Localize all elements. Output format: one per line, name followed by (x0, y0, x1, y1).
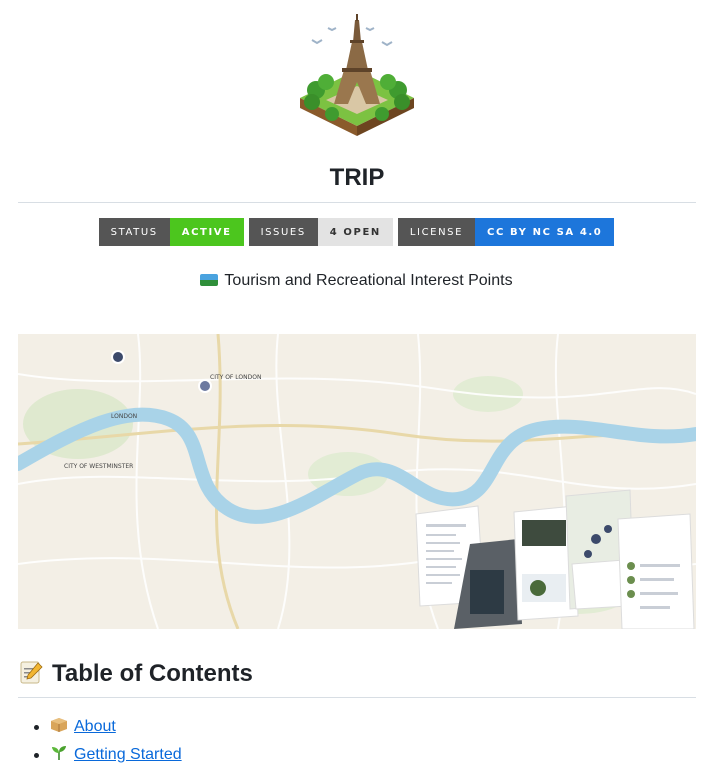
divider (18, 697, 696, 698)
eiffel-tower-logo (299, 14, 414, 136)
list-item: About (34, 713, 182, 741)
status-badge-label: STATUS (98, 218, 170, 246)
license-badge-value: CC BY NC SA 4.0 (475, 218, 615, 246)
map-marker[interactable] (111, 350, 125, 364)
status-badge[interactable]: STATUS ACTIVE (98, 218, 244, 246)
issues-badge-label: ISSUES (248, 218, 318, 246)
hero-map-image: CITY OF LONDON LONDON CITY OF WESTMINSTE… (18, 334, 696, 629)
package-icon (51, 718, 67, 732)
list-item: Getting Started (34, 741, 182, 769)
memo-icon (20, 661, 43, 684)
toc-list: About Getting Started (34, 713, 182, 769)
badge-row: STATUS ACTIVE ISSUES 4 OPEN LICENSE CC B… (0, 218, 713, 246)
seedling-icon (52, 746, 66, 760)
issues-badge[interactable]: ISSUES 4 OPEN (248, 218, 393, 246)
map-marker[interactable] (198, 379, 212, 393)
toc-link-about[interactable]: About (74, 718, 116, 735)
divider (18, 202, 696, 203)
subtitle: Tourism and Recreational Interest Points (0, 270, 713, 292)
world-map-icon (200, 274, 219, 286)
page-title: TRIP (329, 164, 385, 191)
issues-badge-value: 4 OPEN (317, 218, 393, 246)
map-label: LONDON (111, 413, 137, 420)
status-badge-value: ACTIVE (169, 218, 244, 246)
logo (0, 12, 713, 138)
map-label: CITY OF LONDON (210, 374, 261, 381)
license-badge-label: LICENSE (397, 218, 476, 246)
toc-heading: Table of Contents (18, 657, 253, 691)
subtitle-text: Tourism and Recreational Interest Points (224, 272, 513, 289)
map-label: CITY OF WESTMINSTER (64, 463, 133, 470)
license-badge[interactable]: LICENSE CC BY NC SA 4.0 (397, 218, 615, 246)
toc-link-getting-started[interactable]: Getting Started (74, 746, 182, 763)
toc-heading-text: Table of Contents (52, 660, 253, 687)
